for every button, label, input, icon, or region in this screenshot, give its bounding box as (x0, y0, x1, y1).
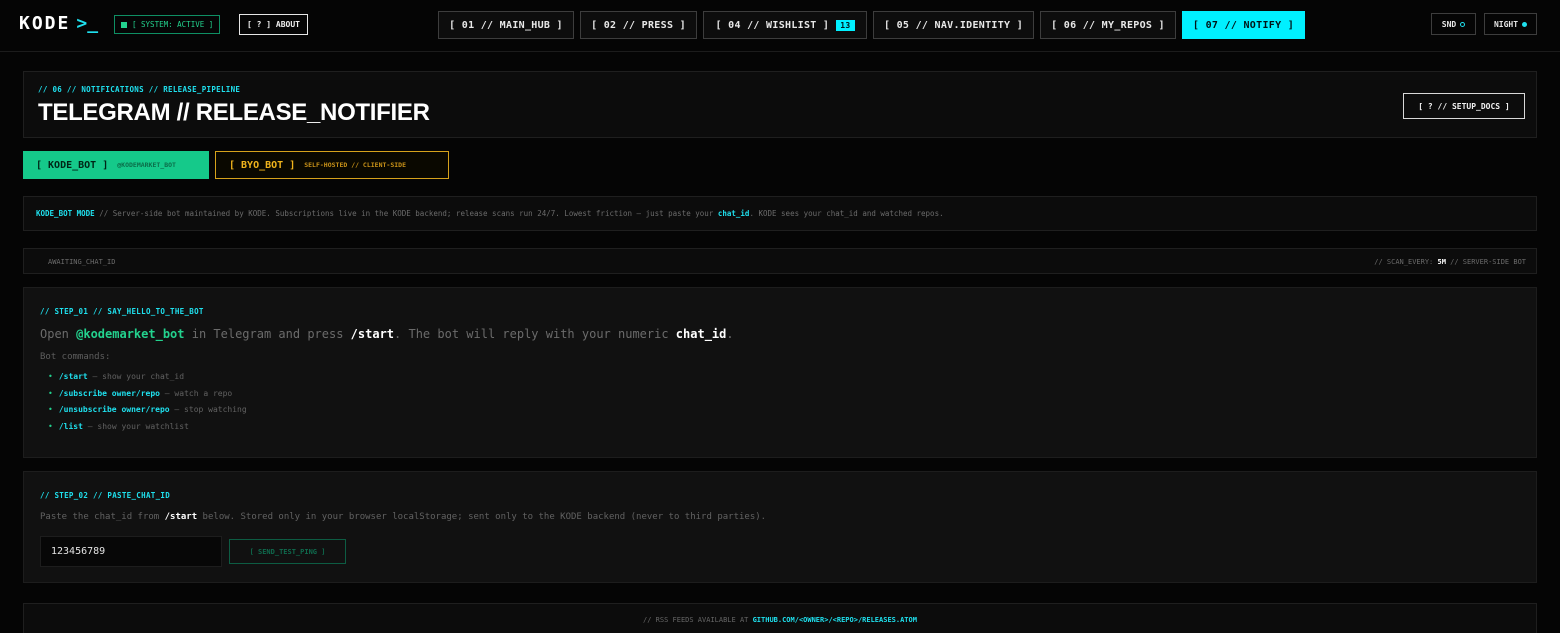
command-desc: — stop watching (169, 405, 247, 415)
rss-url: GITHUB.COM/<OWNER>/<REPO>/RELEASES.ATOM (752, 616, 917, 624)
nav-wishlist[interactable]: [ 04 // WISHLIST ] 13 (703, 11, 867, 39)
send-test-ping-button[interactable]: [ SEND_TEST_PING ] (229, 539, 346, 564)
chat-id-term: chat_id (717, 209, 750, 218)
rss-prefix: // RSS FEEDS AVAILABLE AT (643, 616, 753, 624)
nav-label: [ 05 // NAV.IDENTITY ] (883, 19, 1024, 31)
scan-interval-value: 5M (1437, 258, 1446, 266)
status-square-icon (121, 21, 127, 28)
step-1-text: . (726, 327, 734, 341)
step-1-panel: // STEP_01 // SAY_HELLO_TO_THE_BOT Open … (23, 287, 1537, 458)
mode-text: . KODE sees your chat_id and watched rep… (749, 209, 944, 218)
sound-toggle[interactable]: SND (1431, 13, 1476, 35)
command-list: • /start — show your chat_id • /subscribe … (48, 369, 247, 436)
start-command: /start (350, 327, 395, 341)
theme-toggle[interactable]: NIGHT (1484, 13, 1537, 35)
chat-id-term: chat_id (675, 327, 727, 341)
theme-on-icon (1522, 21, 1528, 27)
command-name: /start (58, 372, 88, 381)
scan-suffix: // SERVER-SIDE BOT (1445, 258, 1526, 266)
chat-id-input[interactable] (40, 536, 222, 567)
nav-label: [ 07 // NOTIFY ] (1192, 19, 1295, 31)
nav-label: [ 01 // MAIN_HUB ] (449, 19, 563, 31)
bullet-icon: • (48, 422, 53, 432)
nav-label: [ 02 // PRESS ] (591, 19, 686, 31)
step-2-title: // STEP_02 // PASTE_CHAT_ID (40, 491, 171, 500)
step-2-text: Paste the chat_id from (40, 512, 165, 522)
step-2-instructions: Paste the chat_id from /start below. Sto… (40, 512, 766, 522)
step-1-text: . The bot will reply with your numeric (394, 327, 676, 341)
mode-name: KODE_BOT MODE (36, 209, 95, 218)
step-2-panel: // STEP_02 // PASTE_CHAT_ID Paste the ch… (23, 471, 1537, 583)
scan-interval: // SCAN_EVERY: 5M // SERVER-SIDE BOT (1374, 258, 1526, 266)
bullet-icon: • (48, 388, 53, 398)
system-status-label: [ SYSTEM: ACTIVE ] (132, 20, 214, 29)
page-header: // 06 // NOTIFICATIONS // RELEASE_PIPELI… (23, 71, 1537, 138)
commands-label: Bot commands: (40, 352, 111, 362)
status-bar: AWAITING_CHAT_ID // SCAN_EVERY: 5M // SE… (23, 248, 1537, 274)
list-item: • /list — show your watchlist (48, 419, 247, 436)
mode-tab-label: [ BYO_BOT ] (229, 159, 296, 171)
logo-text: KODE (19, 13, 71, 34)
top-bar: KODE >_ [ SYSTEM: ACTIVE ] [ ? ] ABOUT [ … (0, 0, 1560, 52)
mode-text: // Server-side bot maintained by KODE. S… (94, 209, 718, 218)
prompt-icon: >_ (76, 13, 99, 34)
nav-label: [ 06 // MY_REPOS ] (1051, 19, 1165, 31)
command-desc: — show your chat_id (87, 372, 185, 381)
command-name: /unsubscribe owner/repo (58, 405, 170, 415)
main-nav: [ 01 // MAIN_HUB ] [ 02 // PRESS ] [ 04 … (438, 11, 1305, 39)
bot-handle-link[interactable]: @kodemarket_bot (76, 327, 184, 341)
system-status-badge: [ SYSTEM: ACTIVE ] (114, 15, 221, 34)
list-item: • /unsubscribe owner/repo — stop watching (48, 402, 247, 419)
nav-my-repos[interactable]: [ 06 // MY_REPOS ] (1040, 11, 1176, 39)
command-name: /subscribe owner/repo (58, 388, 160, 398)
nav-notify[interactable]: [ 07 // NOTIFY ] (1182, 11, 1305, 39)
list-item: • /start — show your chat_id (48, 369, 247, 386)
command-desc: — watch a repo (159, 388, 233, 398)
about-button[interactable]: [ ? ] ABOUT (239, 14, 308, 35)
step-1-title: // STEP_01 // SAY_HELLO_TO_THE_BOT (40, 307, 204, 316)
rss-footer: // RSS FEEDS AVAILABLE AT GITHUB.COM/<OW… (23, 603, 1537, 633)
nav-identity[interactable]: [ 05 // NAV.IDENTITY ] (873, 11, 1034, 39)
mode-tab-label: [ KODE_BOT ] (36, 159, 109, 171)
nav-press[interactable]: [ 02 // PRESS ] (580, 11, 697, 39)
sound-label: SND (1441, 19, 1457, 29)
mode-tab-byo-bot[interactable]: [ BYO_BOT ] SELF-HOSTED // CLIENT-SIDE (215, 151, 449, 179)
step-1-text: in Telegram and press (184, 327, 351, 341)
sound-off-icon (1460, 21, 1466, 27)
command-name: /list (58, 422, 83, 432)
page-title: TELEGRAM // RELEASE_NOTIFIER (38, 99, 430, 126)
mode-tab-kode-bot[interactable]: [ KODE_BOT ] @KODEMARKET_BOT (23, 151, 209, 179)
kode-logo[interactable]: KODE >_ (19, 13, 98, 34)
list-item: • /subscribe owner/repo — watch a repo (48, 386, 247, 403)
nav-label: [ 04 // WISHLIST ] (715, 19, 830, 31)
setup-docs-button[interactable]: [ ? // SETUP_DOCS ] (1403, 93, 1525, 119)
command-desc: — show your watchlist (82, 422, 189, 432)
scan-prefix: // SCAN_EVERY: (1374, 258, 1438, 266)
start-command: /start (164, 512, 198, 522)
wishlist-count-badge: 13 (836, 19, 855, 31)
nav-main-hub[interactable]: [ 01 // MAIN_HUB ] (438, 11, 574, 39)
mode-tab-sub: @KODEMARKET_BOT (117, 161, 176, 169)
mode-tab-sub: SELF-HOSTED // CLIENT-SIDE (304, 161, 406, 169)
breadcrumb: // 06 // NOTIFICATIONS // RELEASE_PIPELI… (38, 85, 241, 94)
theme-label: NIGHT (1493, 19, 1519, 29)
mode-description: KODE_BOT MODE // Server-side bot maintai… (23, 196, 1537, 231)
step-1-instructions: Open @kodemarket_bot in Telegram and pre… (40, 327, 734, 341)
chat-id-status: AWAITING_CHAT_ID (48, 258, 116, 266)
step-1-text: Open (40, 327, 77, 341)
bullet-icon: • (48, 372, 53, 381)
rss-note: // RSS FEEDS AVAILABLE AT GITHUB.COM/<OW… (24, 616, 1536, 624)
step-2-text: below. Stored only in your browser local… (197, 512, 767, 522)
bullet-icon: • (48, 405, 53, 415)
